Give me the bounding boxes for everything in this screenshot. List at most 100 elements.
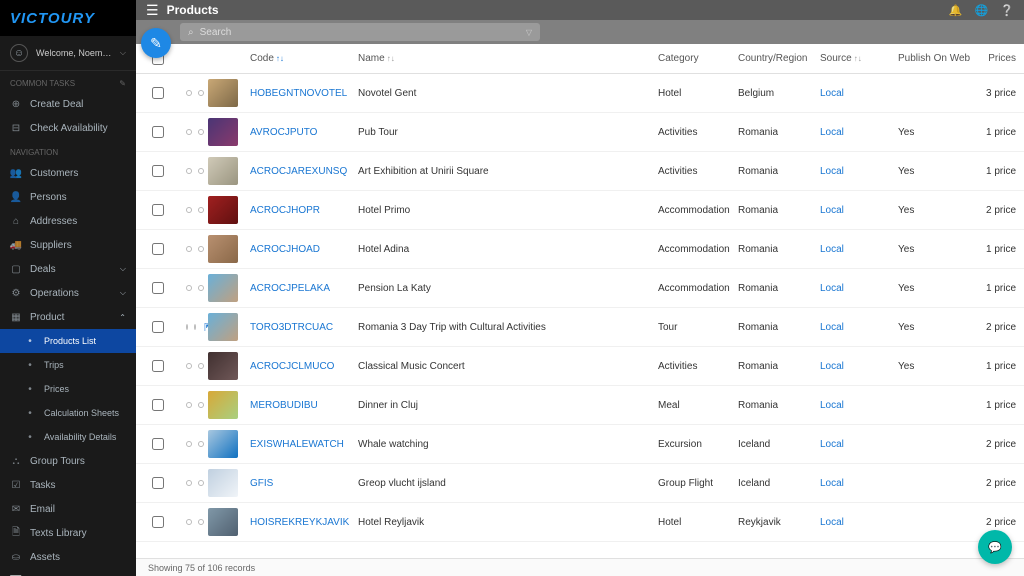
sidebar-subitem-trips[interactable]: •Trips — [0, 353, 136, 377]
row-checkbox[interactable] — [152, 165, 164, 177]
col-category[interactable]: Category — [658, 53, 738, 64]
product-source-link[interactable]: Local — [820, 517, 844, 528]
product-thumbnail[interactable] — [208, 469, 238, 497]
product-thumbnail[interactable] — [208, 235, 238, 263]
product-source-link[interactable]: Local — [820, 400, 844, 411]
product-source-link[interactable]: Local — [820, 322, 844, 333]
row-actions[interactable] — [180, 363, 208, 369]
row-checkbox[interactable] — [152, 399, 164, 411]
row-actions[interactable] — [180, 480, 208, 486]
table-row[interactable]: ACROCJHOPR Hotel Primo Accommodation Rom… — [136, 191, 1024, 230]
help-icon[interactable]: ❔ — [1000, 4, 1014, 17]
product-source-link[interactable]: Local — [820, 361, 844, 372]
row-checkbox[interactable] — [152, 321, 164, 333]
table-row[interactable]: ⇱ TORO3DTRCUAC Romania 3 Day Trip with C… — [136, 308, 1024, 347]
product-thumbnail[interactable] — [208, 118, 238, 146]
row-checkbox[interactable] — [152, 243, 164, 255]
product-source-link[interactable]: Local — [820, 88, 844, 99]
logo[interactable]: VICTOURY — [0, 0, 136, 36]
row-actions[interactable] — [180, 129, 208, 135]
col-region[interactable]: Country/Region — [738, 53, 820, 64]
product-source-link[interactable]: Local — [820, 478, 844, 489]
table-row[interactable]: ACROCJAREXUNSQ Art Exhibition at Unirii … — [136, 152, 1024, 191]
table-row[interactable]: AVROCJPUTO Pub Tour Activities Romania L… — [136, 113, 1024, 152]
row-actions[interactable] — [180, 246, 208, 252]
product-code-link[interactable]: GFIS — [250, 478, 273, 489]
table-row[interactable]: EXISWHALEWATCH Whale watching Excursion … — [136, 425, 1024, 464]
product-thumbnail[interactable] — [208, 313, 238, 341]
product-thumbnail[interactable] — [208, 352, 238, 380]
sidebar-item-texts-library[interactable]: 🗎Texts Library — [0, 521, 136, 545]
product-source-link[interactable]: Local — [820, 244, 844, 255]
user-box[interactable]: ☺ Welcome, Noemi Valics ...! ⌵ — [0, 36, 136, 71]
sidebar-subitem-calculation-sheets[interactable]: •Calculation Sheets — [0, 401, 136, 425]
sidebar-item-tasks[interactable]: ☑Tasks — [0, 473, 136, 497]
product-code-link[interactable]: HOISREKREYKJAVIK — [250, 517, 349, 528]
product-source-link[interactable]: Local — [820, 283, 844, 294]
row-actions[interactable] — [180, 519, 208, 525]
caret-down-icon[interactable]: ▽ — [526, 28, 532, 37]
product-code-link[interactable]: ACROCJHOPR — [250, 205, 320, 216]
sidebar-item-assets[interactable]: ⛀Assets — [0, 545, 136, 569]
col-code[interactable]: Code↑↓ — [250, 53, 358, 64]
row-checkbox[interactable] — [152, 87, 164, 99]
row-checkbox[interactable] — [152, 477, 164, 489]
product-source-link[interactable]: Local — [820, 439, 844, 450]
product-code-link[interactable]: EXISWHALEWATCH — [250, 439, 344, 450]
row-actions[interactable] — [180, 207, 208, 213]
product-code-link[interactable]: HOBEGNTNOVOTEL — [250, 88, 347, 99]
search-wrap[interactable]: ⌕ ▽ — [180, 23, 540, 41]
sidebar-item-deals[interactable]: ▢Deals⌵ — [0, 257, 136, 281]
sidebar-item-email[interactable]: ✉Email — [0, 497, 136, 521]
row-checkbox[interactable] — [152, 516, 164, 528]
sidebar-item-suppliers[interactable]: 🚚Suppliers — [0, 233, 136, 257]
sidebar-item-addresses[interactable]: ⌂Addresses — [0, 209, 136, 233]
table-row[interactable]: ACROCJHOAD Hotel Adina Accommodation Rom… — [136, 230, 1024, 269]
sidebar-item-operations[interactable]: ⚙Operations⌵ — [0, 281, 136, 305]
table-row[interactable]: GFIS Greop vlucht ijsland Group Flight I… — [136, 464, 1024, 503]
product-thumbnail[interactable] — [208, 274, 238, 302]
table-row[interactable]: ACROCJCLMUCO Classical Music Concert Act… — [136, 347, 1024, 386]
product-source-link[interactable]: Local — [820, 205, 844, 216]
col-prices[interactable]: Prices — [980, 53, 1024, 64]
product-thumbnail[interactable] — [208, 391, 238, 419]
row-actions[interactable]: ⇱ — [180, 321, 208, 334]
search-input[interactable] — [200, 27, 520, 38]
sidebar-subitem-prices[interactable]: •Prices — [0, 377, 136, 401]
row-actions[interactable] — [180, 90, 208, 96]
col-name[interactable]: Name↑↓ — [358, 53, 658, 64]
product-code-link[interactable]: ACROCJCLMUCO — [250, 361, 334, 372]
product-source-link[interactable]: Local — [820, 127, 844, 138]
row-actions[interactable] — [180, 168, 208, 174]
hamburger-icon[interactable]: ☰ — [146, 2, 159, 19]
sidebar-item-persons[interactable]: 👤Persons — [0, 185, 136, 209]
row-checkbox[interactable] — [152, 360, 164, 372]
row-checkbox[interactable] — [152, 204, 164, 216]
row-actions[interactable] — [180, 402, 208, 408]
product-code-link[interactable]: AVROCJPUTO — [250, 127, 317, 138]
product-thumbnail[interactable] — [208, 508, 238, 536]
row-actions[interactable] — [180, 285, 208, 291]
sidebar-subitem-products-list[interactable]: •Products List — [0, 329, 136, 353]
product-code-link[interactable]: ACROCJAREXUNSQ — [250, 166, 347, 177]
col-source[interactable]: Source↑↓ — [820, 53, 898, 64]
row-checkbox[interactable] — [152, 438, 164, 450]
bell-icon[interactable]: 🔔 — [949, 4, 963, 17]
product-thumbnail[interactable] — [208, 430, 238, 458]
table-row[interactable]: MEROBUDIBU Dinner in Cluj Meal Romania L… — [136, 386, 1024, 425]
sidebar-item-customers[interactable]: 👥Customers — [0, 161, 136, 185]
sidebar-item-check-availability[interactable]: ⊟Check Availability — [0, 116, 136, 140]
table-row[interactable]: ACROCJPELAKA Pension La Katy Accommodati… — [136, 269, 1024, 308]
row-actions[interactable] — [180, 441, 208, 447]
row-checkbox[interactable] — [152, 282, 164, 294]
product-code-link[interactable]: TORO3DTRCUAC — [250, 322, 333, 333]
table-row[interactable]: HOBEGNTNOVOTEL Novotel Gent Hotel Belgiu… — [136, 74, 1024, 113]
chat-bubble[interactable]: 💬 — [978, 530, 1012, 564]
product-thumbnail[interactable] — [208, 79, 238, 107]
product-source-link[interactable]: Local — [820, 166, 844, 177]
product-code-link[interactable]: ACROCJHOAD — [250, 244, 320, 255]
product-thumbnail[interactable] — [208, 196, 238, 224]
sidebar-item-group-tours[interactable]: ⛬Group Tours — [0, 449, 136, 473]
sidebar-subitem-availability-details[interactable]: •Availability Details — [0, 425, 136, 449]
sidebar-item-product[interactable]: ▦Product⌃ — [0, 305, 136, 329]
